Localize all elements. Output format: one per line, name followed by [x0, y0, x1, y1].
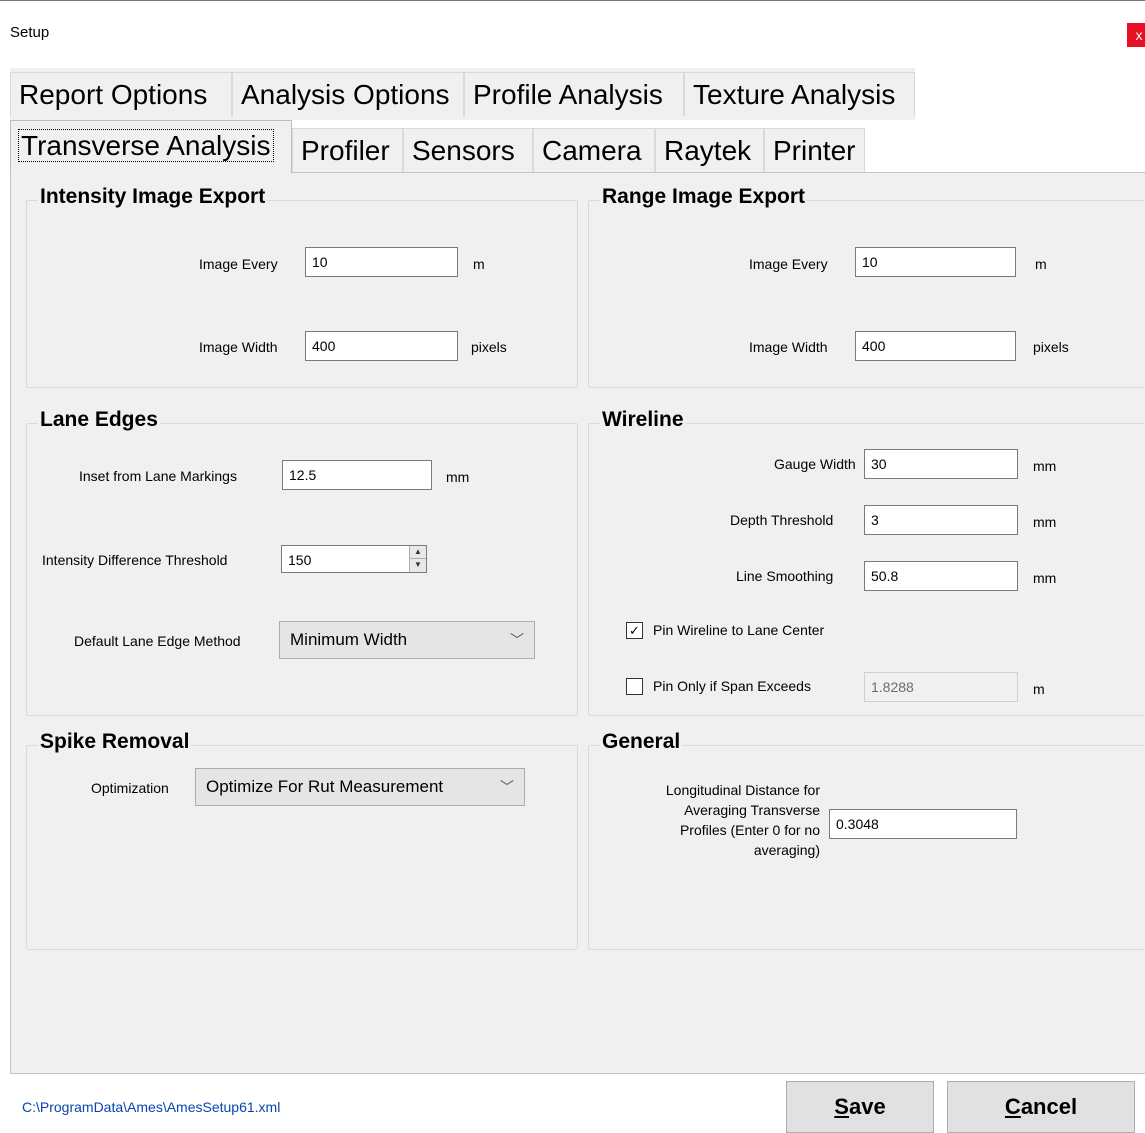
- image-width-label: Image Width: [749, 339, 828, 355]
- config-file-path: C:\ProgramData\Ames\AmesSetup61.xml: [22, 1099, 281, 1115]
- tab-sensors[interactable]: Sensors: [403, 128, 533, 172]
- chevron-down-icon: ﹀: [500, 779, 514, 795]
- tab-label: Transverse Analysis: [18, 129, 274, 162]
- gauge-width-field[interactable]: 30: [864, 449, 1018, 479]
- mnemonic: C: [1004, 1094, 1021, 1119]
- chevron-down-icon: ﹀: [510, 632, 524, 648]
- pin-span-label[interactable]: Pin Only if Span Exceeds: [653, 678, 811, 694]
- image-width-label: Image Width: [199, 339, 278, 355]
- tab-raytek[interactable]: Raytek: [655, 128, 764, 172]
- intensity-export-group: [26, 200, 578, 388]
- pin-span-field[interactable]: 1.8288: [864, 672, 1018, 702]
- spin-down-icon[interactable]: ▼: [410, 559, 426, 571]
- line-smoothing-field[interactable]: 50.8: [864, 561, 1018, 591]
- line-smoothing-label: Line Smoothing: [736, 568, 834, 584]
- save-button[interactable]: Save: [786, 1081, 934, 1133]
- intensity-image-every-field[interactable]: 10: [305, 247, 458, 277]
- unit-label: mm: [1033, 570, 1057, 586]
- tab-transverse-analysis[interactable]: Transverse Analysis: [10, 120, 292, 173]
- tab-texture-analysis[interactable]: Texture Analysis: [684, 72, 915, 116]
- mnemonic: S: [834, 1094, 849, 1119]
- dropdown-value: Optimize For Rut Measurement: [206, 777, 444, 796]
- depth-threshold-label: Depth Threshold: [730, 512, 834, 528]
- cancel-button[interactable]: Cancel: [947, 1081, 1135, 1133]
- label-line: Longitudinal Distance for: [665, 782, 820, 798]
- longitudinal-distance-label: Longitudinal Distance for Averaging Tran…: [600, 780, 820, 860]
- dropdown-value: Minimum Width: [290, 630, 408, 649]
- label-line: Averaging Transverse: [684, 802, 820, 818]
- tab-label: Report Options: [19, 79, 208, 110]
- tab-label: Profile Analysis: [473, 79, 663, 110]
- range-image-width-field[interactable]: 400: [855, 331, 1016, 361]
- wireline-title: Wireline: [600, 408, 686, 432]
- depth-threshold-field[interactable]: 3: [864, 505, 1018, 535]
- intensity-image-width-field[interactable]: 400: [305, 331, 458, 361]
- tab-profile-analysis[interactable]: Profile Analysis: [464, 72, 684, 116]
- tab-profiler[interactable]: Profiler: [292, 128, 403, 172]
- image-every-label: Image Every: [199, 256, 278, 272]
- general-title: General: [600, 730, 683, 754]
- tab-printer[interactable]: Printer: [764, 128, 865, 172]
- unit-label: mm: [1033, 458, 1057, 474]
- tab-camera[interactable]: Camera: [533, 128, 655, 172]
- unit-label: pixels: [1033, 339, 1069, 355]
- tab-label: Analysis Options: [241, 79, 450, 110]
- tab-label: Sensors: [412, 135, 515, 166]
- inset-field[interactable]: 12.5: [282, 460, 432, 490]
- threshold-label: Intensity Difference Threshold: [42, 552, 228, 568]
- checkmark-icon: ✓: [629, 623, 640, 638]
- button-label: ave: [848, 1094, 886, 1119]
- pin-span-checkbox[interactable]: [626, 678, 643, 695]
- tab-label: Profiler: [301, 135, 390, 166]
- unit-label: m: [1035, 256, 1047, 272]
- button-label: ancel: [1020, 1094, 1078, 1119]
- unit-label: pixels: [471, 339, 507, 355]
- label-line: averaging): [753, 842, 820, 858]
- inset-label: Inset from Lane Markings: [79, 468, 237, 484]
- range-export-title: Range Image Export: [600, 185, 808, 209]
- lane-edge-method-dropdown[interactable]: Minimum Width ﹀: [279, 621, 535, 659]
- title-bar: Setup: [0, 6, 1145, 56]
- close-button[interactable]: x: [1127, 23, 1145, 47]
- tab-label: Camera: [542, 135, 642, 166]
- gauge-width-label: Gauge Width: [774, 456, 856, 472]
- optimization-dropdown[interactable]: Optimize For Rut Measurement ﹀: [195, 768, 525, 806]
- tab-label: Texture Analysis: [693, 79, 896, 110]
- unit-label: m: [1033, 681, 1045, 697]
- threshold-spinbox[interactable]: 150 ▲ ▼: [281, 545, 427, 573]
- label-line: Profiles (Enter 0 for no: [679, 822, 820, 838]
- image-every-label: Image Every: [749, 256, 828, 272]
- unit-label: m: [473, 256, 485, 272]
- pin-center-label[interactable]: Pin Wireline to Lane Center: [653, 622, 824, 638]
- optimization-label: Optimization: [91, 780, 169, 796]
- spin-up-icon[interactable]: ▲: [410, 546, 426, 559]
- range-image-every-field[interactable]: 10: [855, 247, 1016, 277]
- longitudinal-distance-field[interactable]: 0.3048: [829, 809, 1017, 839]
- unit-label: mm: [446, 469, 470, 485]
- lane-edges-title: Lane Edges: [38, 408, 160, 432]
- method-label: Default Lane Edge Method: [74, 633, 241, 649]
- tab-report-options[interactable]: Report Options: [10, 72, 232, 116]
- threshold-value: 150: [288, 552, 312, 568]
- spike-removal-title: Spike Removal: [38, 730, 192, 754]
- tab-label: Raytek: [664, 135, 752, 166]
- tab-analysis-options[interactable]: Analysis Options: [232, 72, 464, 116]
- tab-label: Printer: [773, 135, 856, 166]
- spinner-buttons[interactable]: ▲ ▼: [409, 546, 426, 572]
- intensity-export-title: Intensity Image Export: [38, 185, 268, 209]
- window-title: Setup: [10, 24, 50, 41]
- unit-label: mm: [1033, 514, 1057, 530]
- pin-center-checkbox[interactable]: ✓: [626, 622, 643, 639]
